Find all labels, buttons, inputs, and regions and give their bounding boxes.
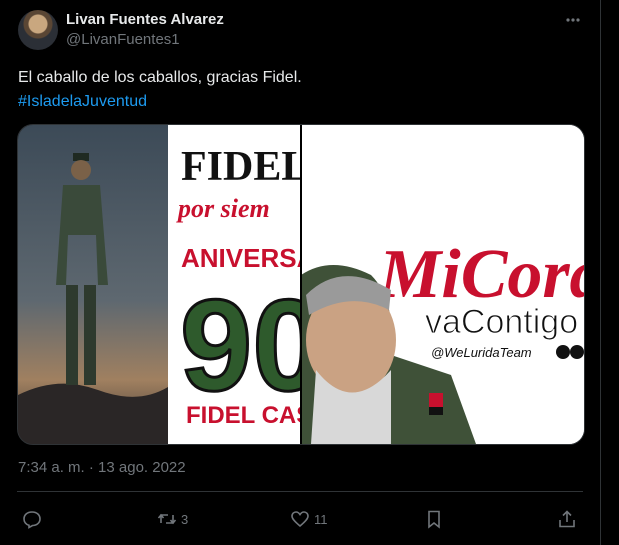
media-divider: [300, 125, 302, 444]
right-subtitle: vaContigo: [425, 303, 578, 341]
right-title: MiCora: [378, 236, 584, 313]
timeline-border: [600, 0, 601, 545]
author-display-name[interactable]: Livan Fuentes Alvarez: [66, 11, 224, 28]
media-image-right[interactable]: MiCora vaContigo @WeLuridaTeam: [301, 125, 584, 444]
tweet-timestamp[interactable]: 7:34 a. m. · 13 ago. 2022: [18, 459, 186, 476]
reply-button[interactable]: [22, 508, 46, 530]
heart-icon: [291, 511, 309, 528]
media-image-left[interactable]: FIDEL por siem ANIVERSA 90 FIDEL CAS: [18, 125, 326, 444]
tweet-media[interactable]: FIDEL por siem ANIVERSA 90 FIDEL CAS MiC…: [17, 124, 585, 445]
retweet-button[interactable]: 3: [157, 508, 188, 530]
author-handle[interactable]: @LivanFuentes1: [66, 31, 180, 48]
avatar[interactable]: [18, 10, 58, 50]
poster-title: FIDEL: [181, 144, 301, 190]
bookmark-button[interactable]: [424, 508, 448, 530]
like-button[interactable]: 11: [290, 508, 328, 530]
tweet-text: El caballo de los caballos, gracias Fide…: [18, 66, 302, 114]
poster-footer: FIDEL CAS: [186, 402, 301, 429]
retweet-icon: [157, 513, 177, 525]
like-count: 11: [314, 511, 328, 527]
share-icon: [559, 510, 575, 528]
more-options-icon[interactable]: [563, 10, 583, 30]
actions-separator: [17, 491, 583, 492]
share-button[interactable]: [557, 508, 577, 530]
bookmark-icon: [428, 510, 440, 529]
tweet-body: El caballo de los caballos, gracias Fide…: [18, 69, 302, 86]
poster-subtitle: por siem: [176, 194, 270, 223]
reply-icon: [23, 511, 41, 529]
right-credit: @WeLuridaTeam: [431, 345, 532, 360]
retweet-count: 3: [181, 511, 189, 527]
poster-banner: ANIVERSA: [181, 243, 301, 273]
poster-number: 90: [180, 272, 301, 418]
hashtag-link[interactable]: #IsladelaJuventud: [18, 90, 302, 114]
